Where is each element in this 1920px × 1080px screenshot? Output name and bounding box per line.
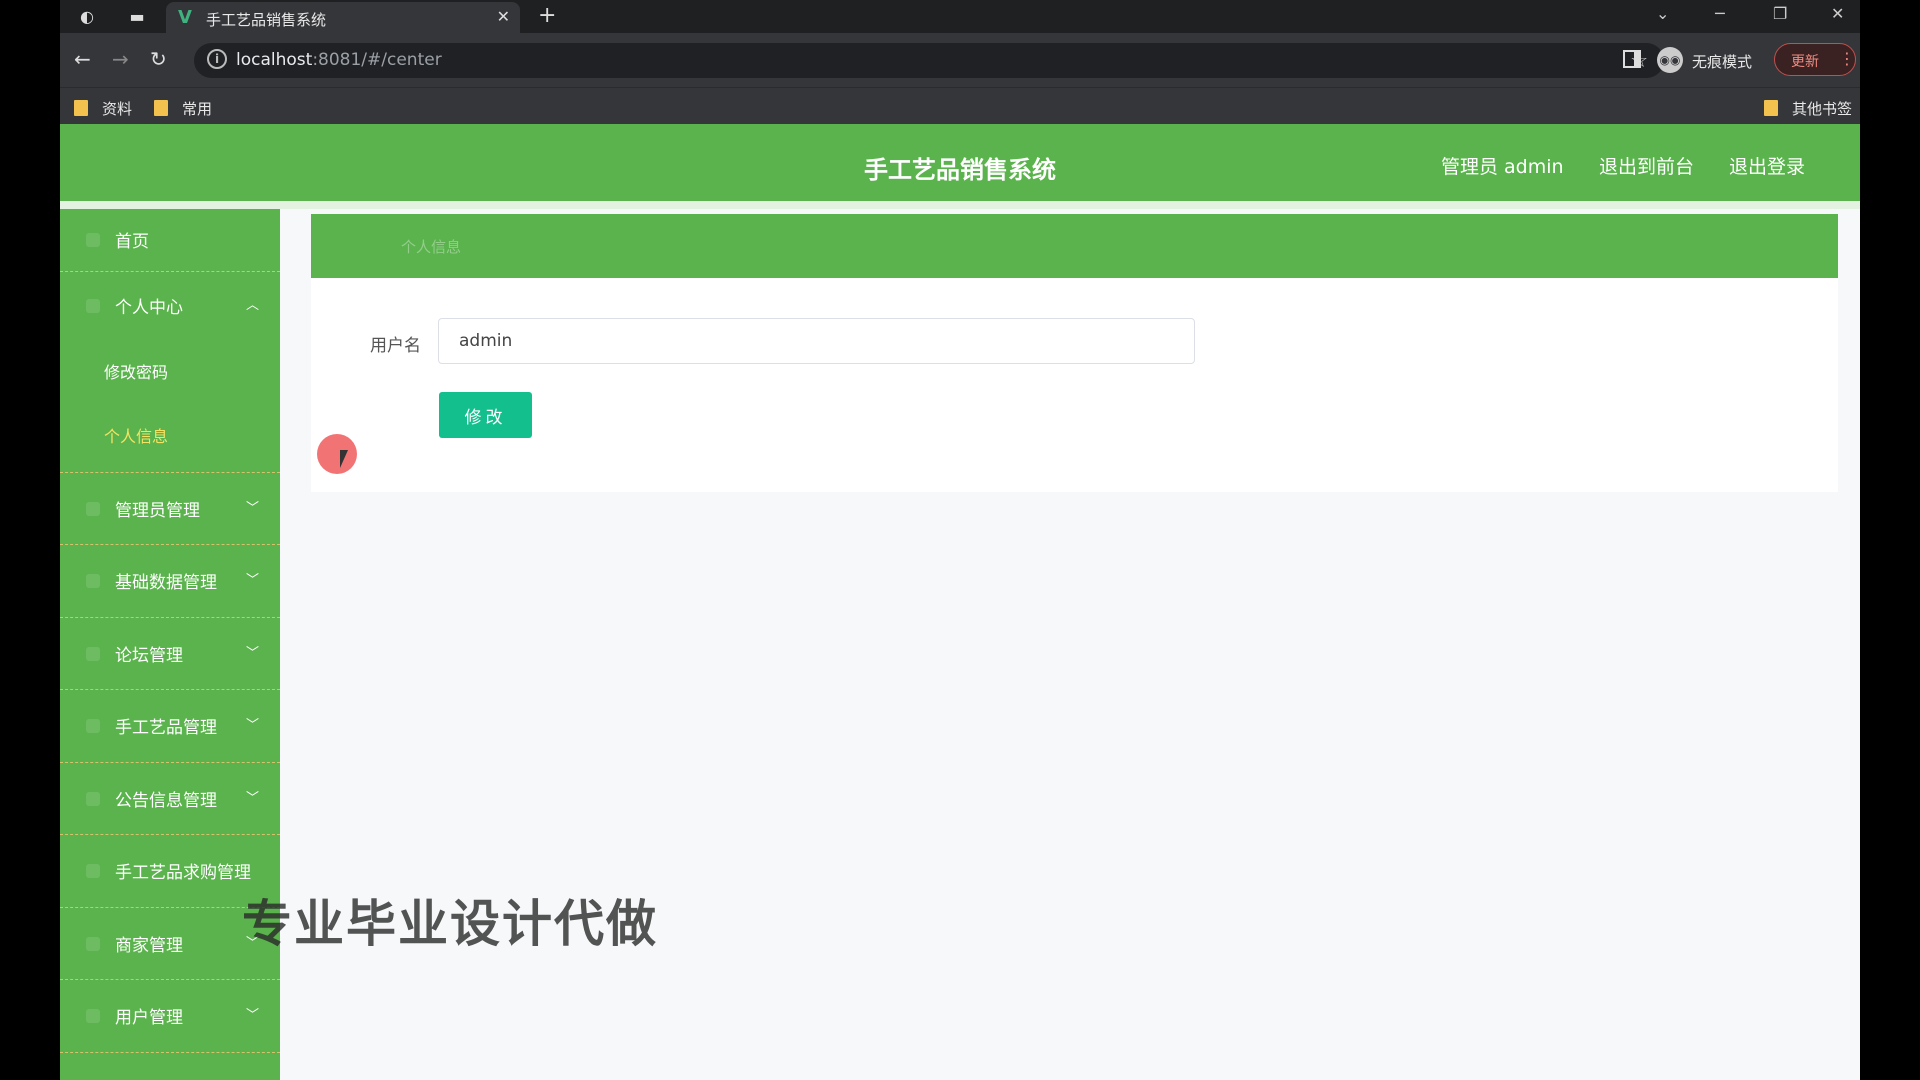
chevron-down-icon: ﹀	[246, 573, 260, 588]
chevron-down-icon: ﹀	[246, 718, 260, 733]
tab-title: 手工艺品销售系统	[206, 11, 327, 29]
incognito-icon[interactable]: ◉◉	[1657, 47, 1683, 73]
bookmark-folder-ziliao[interactable]: 资料	[74, 98, 132, 119]
tab-search-icon[interactable]: ◐	[76, 6, 98, 28]
sidebar-item-crafts[interactable]: 手工艺品管理 ﹀	[60, 690, 280, 763]
menu-icon	[86, 792, 100, 806]
minimize-icon[interactable]: ─	[1715, 4, 1725, 23]
sidebar-item-label: 基础数据管理	[115, 573, 217, 593]
username-label: 用户名	[370, 336, 421, 356]
back-icon[interactable]: ←	[74, 47, 91, 71]
sidebar-item-label: 公告信息管理	[115, 791, 217, 811]
update-label: 更新	[1791, 54, 1819, 70]
bookmarks-bar: 资料 常用 其他书签	[60, 87, 1860, 124]
user-icon	[86, 299, 100, 313]
menu-icon	[86, 1009, 100, 1023]
sidebar-item-announcements[interactable]: 公告信息管理 ﹀	[60, 763, 280, 835]
home-icon	[86, 233, 100, 247]
folder-icon	[1764, 100, 1778, 116]
update-button[interactable]: 更新 ⋮	[1774, 43, 1856, 76]
address-bar[interactable]: i localhost:8081/#/center ☆	[194, 43, 1664, 78]
url-text: localhost:8081/#/center	[236, 50, 442, 70]
window-icon[interactable]: ▬	[126, 6, 148, 28]
vue-favicon-icon: V	[178, 7, 192, 28]
bookmark-folder-changyong[interactable]: 常用	[154, 98, 212, 119]
sidebar-item-forum[interactable]: 论坛管理 ﹀	[60, 618, 280, 690]
header-divider	[60, 201, 1860, 209]
menu-icon	[86, 937, 100, 951]
menu-icon	[86, 574, 100, 588]
sidebar-item-label: 用户管理	[115, 1008, 183, 1028]
cursor-highlight	[317, 434, 357, 474]
incognito-label: 无痕模式	[1692, 53, 1753, 71]
menu-icon	[86, 647, 100, 661]
username-input[interactable]	[438, 318, 1195, 364]
chevron-down-icon: ﹀	[246, 1008, 260, 1023]
forward-icon[interactable]: →	[112, 47, 129, 71]
restore-icon[interactable]: ❐	[1773, 4, 1787, 23]
sidebar-item-home[interactable]: 首页	[60, 209, 280, 272]
sidebar-item-label: 商家管理	[115, 936, 183, 956]
menu-icon	[86, 864, 100, 878]
sidebar-item-label: 管理员管理	[115, 501, 200, 521]
breadcrumb: 个人信息	[401, 238, 462, 256]
exit-to-frontend-link[interactable]: 退出到前台	[1599, 152, 1694, 179]
browser-toolbar: ← → ↻ i localhost:8081/#/center ☆ ◉◉ 无痕模…	[60, 33, 1860, 87]
screen: ◐ ▬ V 手工艺品销售系统 ✕ + ⌄ ─ ❐ ✕ ← → ↻ i local…	[60, 0, 1860, 1080]
save-button[interactable]: 修改	[439, 392, 532, 438]
app-title: 手工艺品销售系统	[864, 156, 1056, 184]
sidebar-item-admin-management[interactable]: 管理员管理 ﹀	[60, 473, 280, 545]
logout-link[interactable]: 退出登录	[1729, 152, 1805, 179]
sidebar-item-label: 手工艺品求购管理	[115, 863, 251, 883]
menu-icon	[86, 719, 100, 733]
watermark-text: 专业毕业设计代做	[242, 895, 658, 953]
tab-close-icon[interactable]: ✕	[497, 7, 510, 26]
sidebar-item-basic-data[interactable]: 基础数据管理 ﹀	[60, 545, 280, 618]
chevron-down-icon: ﹀	[246, 791, 260, 806]
sidebar-subitem-change-password[interactable]: 修改密码	[104, 359, 168, 383]
close-window-icon[interactable]: ✕	[1831, 4, 1844, 23]
sidebar-item-personal-center[interactable]: 个人中心 ︿ 修改密码 个人信息	[60, 272, 280, 473]
sidebar-item-users[interactable]: 用户管理 ﹀	[60, 980, 280, 1053]
bookmark-folder-other[interactable]: 其他书签	[1764, 98, 1852, 119]
current-user-label: 管理员 admin	[1441, 156, 1564, 178]
menu-icon	[86, 502, 100, 516]
folder-icon	[154, 100, 168, 116]
site-info-icon[interactable]: i	[207, 49, 227, 69]
profile-form-card	[311, 278, 1838, 492]
mouse-pointer-icon	[340, 450, 348, 468]
sidebar-item-label: 论坛管理	[115, 646, 183, 666]
sidebar-subitem-profile[interactable]: 个人信息	[104, 423, 168, 447]
more-menu-icon[interactable]: ⋮	[1839, 49, 1855, 68]
sidebar-item-label: 手工艺品管理	[115, 718, 217, 738]
folder-icon	[74, 100, 88, 116]
browser-tab-active[interactable]: V 手工艺品销售系统 ✕	[166, 2, 520, 33]
sidebar-item-label: 首页	[115, 232, 149, 252]
app-header: 手工艺品销售系统 管理员 admin 退出到前台 退出登录	[60, 124, 1860, 201]
side-panel-icon[interactable]	[1623, 50, 1641, 68]
breadcrumb-bar: 个人信息	[311, 214, 1838, 278]
chevron-up-icon: ︿	[246, 298, 260, 313]
new-tab-icon[interactable]: +	[538, 3, 556, 28]
chevron-down-icon: ﹀	[246, 501, 260, 516]
browser-tabbar: ◐ ▬ V 手工艺品销售系统 ✕ + ⌄ ─ ❐ ✕	[60, 0, 1860, 33]
chevron-down-icon: ﹀	[246, 646, 260, 661]
tab-list-chevron-icon[interactable]: ⌄	[1656, 4, 1669, 23]
reload-icon[interactable]: ↻	[150, 47, 167, 71]
sidebar-item-label: 个人中心	[115, 298, 183, 318]
